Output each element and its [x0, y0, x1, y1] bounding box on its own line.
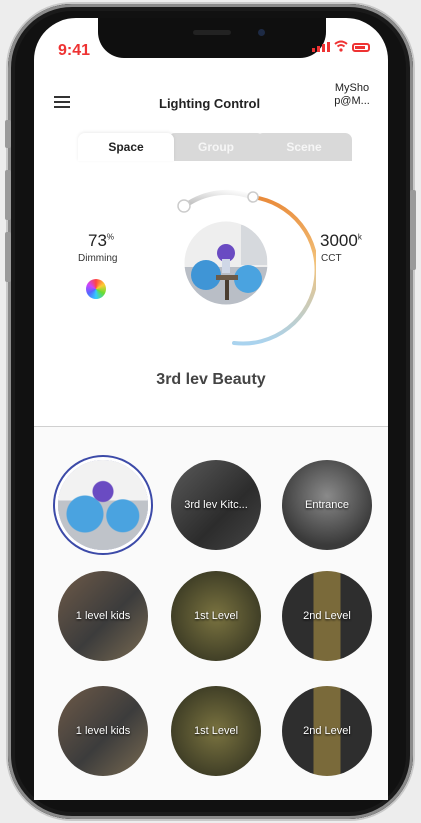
- cct-label: CCT: [321, 253, 342, 264]
- color-wheel-icon[interactable]: [86, 279, 106, 299]
- space-tile-label: 2nd Level: [303, 609, 351, 622]
- cct-handle: [247, 191, 259, 203]
- space-tile-label: 1st Level: [193, 724, 239, 737]
- dimming-label: Dimming: [78, 253, 118, 264]
- dimming-value: 73: [88, 231, 107, 250]
- space-tile-label: 2nd Level: [303, 724, 351, 737]
- wifi-icon: [334, 40, 348, 52]
- tab-scene[interactable]: Scene: [256, 133, 352, 161]
- space-tile-kids-2[interactable]: 1 level kids: [58, 686, 148, 776]
- dimming-readout: 73%: [88, 231, 114, 251]
- space-tile-2nd-level[interactable]: 2nd Level: [282, 571, 372, 661]
- space-tile-beauty[interactable]: [58, 460, 148, 550]
- power-button: [410, 190, 416, 270]
- space-tile-label: 1 level kids: [75, 609, 131, 622]
- volume-up-button: [5, 170, 11, 220]
- dimming-unit: %: [106, 232, 115, 242]
- dimming-arc: [183, 189, 255, 208]
- space-photo: [184, 221, 268, 305]
- page-title: Lighting Control: [159, 96, 261, 111]
- app-header: Lighting Control MySho p@M...: [34, 78, 388, 118]
- account-name[interactable]: MySho p@M...: [324, 82, 380, 108]
- signal-icon: [312, 42, 330, 52]
- tab-bar: Scene Group Space: [78, 133, 354, 161]
- volume-down-button: [5, 232, 11, 282]
- lighting-control-panel: 73% Dimming 3000k CCT 3rd lev Beauty: [34, 161, 388, 423]
- tab-space[interactable]: Space: [78, 133, 174, 161]
- space-tile-label: 1st Level: [193, 609, 239, 622]
- space-tile-kitchen[interactable]: 3rd lev Kitc...: [171, 460, 261, 550]
- menu-icon[interactable]: [54, 96, 70, 108]
- space-tile-label: [58, 460, 148, 550]
- cct-value: 3000: [320, 231, 358, 250]
- cct-unit: k: [357, 232, 362, 242]
- space-tile-label: Entrance: [304, 498, 350, 511]
- space-tile-1st-level-2[interactable]: 1st Level: [171, 686, 261, 776]
- mute-switch: [5, 120, 11, 148]
- tab-group[interactable]: Group: [168, 133, 264, 161]
- space-tile-kids[interactable]: 1 level kids: [58, 571, 148, 661]
- notch: [98, 18, 326, 58]
- dimming-handle: [177, 199, 191, 213]
- space-tile-entrance[interactable]: Entrance: [282, 460, 372, 550]
- space-tile-label: 1 level kids: [75, 724, 131, 737]
- light-dial[interactable]: [136, 175, 316, 355]
- space-tile-2nd-level-2[interactable]: 2nd Level: [282, 686, 372, 776]
- front-camera: [258, 29, 265, 36]
- speaker: [193, 30, 231, 35]
- cct-readout: 3000k: [320, 231, 362, 251]
- status-icons: [312, 40, 370, 52]
- space-tile-1st-level[interactable]: 1st Level: [171, 571, 261, 661]
- battery-icon: [352, 43, 370, 52]
- space-tile-label: 3rd lev Kitc...: [184, 498, 248, 511]
- status-time: 9:41: [58, 42, 91, 59]
- selected-space-name: 3rd lev Beauty: [156, 371, 266, 388]
